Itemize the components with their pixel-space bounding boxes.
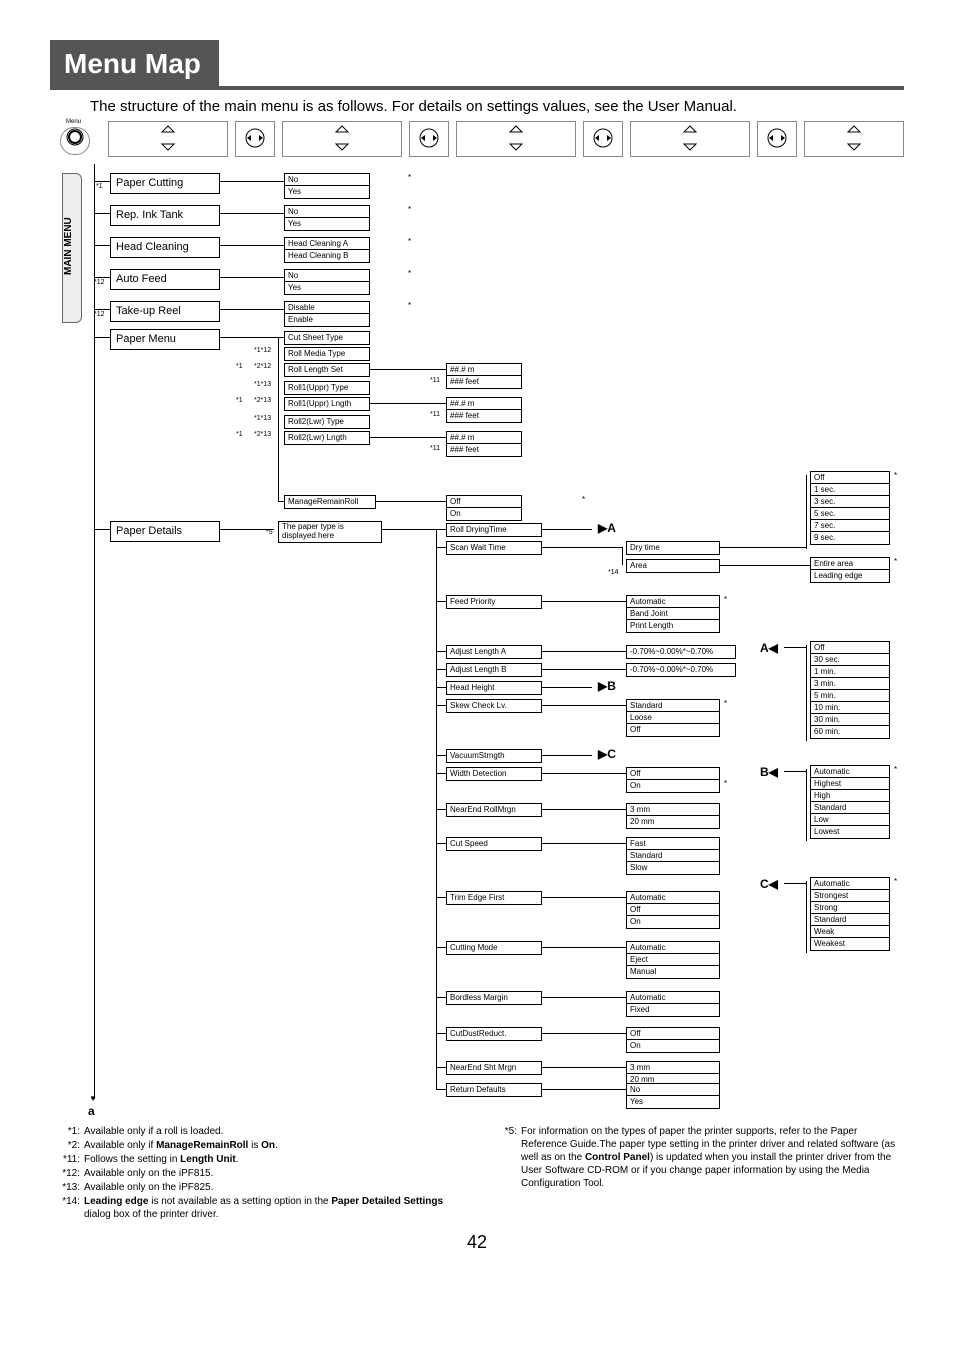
tree-trunk bbox=[94, 164, 95, 1099]
menu-paper-menu: Paper Menu bbox=[110, 329, 220, 350]
opt-trimedge: Trim Edge First bbox=[446, 891, 542, 905]
opt-off: Off bbox=[626, 723, 720, 737]
nav-updown-icon-4 bbox=[630, 121, 750, 157]
opt-roll1type: Roll1(Uppr) Type bbox=[284, 381, 370, 395]
opt-roll2len: Roll2(Lwr) Lngth bbox=[284, 431, 370, 445]
opt-on: On bbox=[626, 915, 720, 929]
opt-adjlenb: Adjust Length B bbox=[446, 663, 542, 677]
title-bar: Menu Map bbox=[50, 40, 904, 90]
opt-printlen: Print Length bbox=[626, 619, 720, 633]
header-row bbox=[50, 119, 910, 159]
opt-drytime: Dry time bbox=[626, 541, 720, 555]
opt-head-b: Head Cleaning B bbox=[284, 249, 370, 263]
opt-adjlena: Adjust Length A bbox=[446, 645, 542, 659]
opt-cutsheet: Cut Sheet Type bbox=[284, 331, 370, 345]
group-A: A◀ bbox=[760, 641, 778, 655]
opt-nearendroll: NearEnd RollMrgn bbox=[446, 803, 542, 817]
nav-updown-icon-5 bbox=[804, 121, 904, 157]
opt-roll1len: Roll1(Uppr) Lngth bbox=[284, 397, 370, 411]
page-number: 42 bbox=[50, 1232, 904, 1253]
nav-updown-icon-2 bbox=[282, 121, 402, 157]
opt-enable: Enable bbox=[284, 313, 370, 327]
opt-yes: Yes bbox=[626, 1095, 720, 1109]
intro-text: The structure of the main menu is as fol… bbox=[90, 98, 904, 115]
opt-widthdet: Width Detection bbox=[446, 767, 542, 781]
opt-rollmedia: Roll Media Type bbox=[284, 347, 370, 361]
opt-20mm: 20 mm bbox=[626, 815, 720, 829]
opt-on: On bbox=[626, 1039, 720, 1053]
opt-yes: Yes bbox=[284, 217, 370, 231]
opt-manageremain: ManageRemainRoll bbox=[284, 495, 376, 509]
menu-takeup-reel: Take-up Reel bbox=[110, 301, 220, 322]
opt-rolldrying: Roll DryingTime bbox=[446, 523, 542, 537]
val-ft: ### feet bbox=[446, 409, 522, 423]
opt-scanwait: Scan Wait Time bbox=[446, 541, 542, 555]
group-B: B◀ bbox=[760, 765, 778, 779]
footnotes: *1:Available only if a roll is loaded.*2… bbox=[50, 1125, 904, 1222]
opt-bordless: Bordless Margin bbox=[446, 991, 542, 1005]
nav-leftright-icon-2 bbox=[409, 121, 449, 157]
ref-B: ▶B bbox=[598, 679, 616, 693]
opt-headheight: Head Height bbox=[446, 681, 542, 695]
paper-type-note: The paper type is displayed here bbox=[278, 521, 382, 543]
opt-returndef: Return Defaults bbox=[446, 1083, 542, 1097]
menu-paper-cutting: Paper Cutting bbox=[110, 173, 220, 194]
menu-rep-ink-tank: Rep. Ink Tank bbox=[110, 205, 220, 226]
menu-paper-details: Paper Details bbox=[110, 521, 220, 542]
ref-C: ▶C bbox=[598, 747, 616, 761]
nav-leftright-icon-3 bbox=[583, 121, 623, 157]
opt-cutdust: CutDustReduct. bbox=[446, 1027, 542, 1041]
opt-cuttingmode: Cutting Mode bbox=[446, 941, 542, 955]
opt-cutspeed: Cut Speed bbox=[446, 837, 542, 851]
nav-leftright-icon bbox=[235, 121, 275, 157]
opt-area: Area bbox=[626, 559, 720, 573]
opt-slow: Slow bbox=[626, 861, 720, 875]
continuation-label: a bbox=[88, 1104, 95, 1118]
opt-on: On bbox=[626, 779, 720, 793]
val-ft: ### feet bbox=[446, 443, 522, 457]
menu-diagram: Menu MAIN MENU bbox=[50, 119, 910, 1119]
ref-A: ▶A bbox=[598, 521, 616, 535]
nav-updown-icon-3 bbox=[456, 121, 576, 157]
page-title: Menu Map bbox=[50, 40, 219, 86]
opt-skew: Skew Check Lv. bbox=[446, 699, 542, 713]
continuation-arrow: ▼ bbox=[89, 1094, 97, 1103]
opt-rolllenset: Roll Length Set bbox=[284, 363, 370, 377]
opt-on: On bbox=[446, 507, 522, 521]
opt-fixed: Fixed bbox=[626, 1003, 720, 1017]
menu-button-icon bbox=[60, 127, 90, 155]
nav-leftright-icon-4 bbox=[757, 121, 797, 157]
opt-range: -0.70%~0.00%*~0.70% bbox=[626, 645, 736, 659]
opt-vacuum: VacuumStrngth bbox=[446, 749, 542, 763]
group-C: C◀ bbox=[760, 877, 778, 891]
main-menu-tab: MAIN MENU bbox=[62, 173, 82, 323]
opt-roll2type: Roll2(Lwr) Type bbox=[284, 415, 370, 429]
opt-nearendsht: NearEnd Sht Mrgn bbox=[446, 1061, 542, 1075]
nav-updown-icon bbox=[108, 121, 228, 157]
menu-auto-feed: Auto Feed bbox=[110, 269, 220, 290]
opt-feedpriority: Feed Priority bbox=[446, 595, 542, 609]
opt-range: -0.70%~0.00%*~0.70% bbox=[626, 663, 736, 677]
opt-yes: Yes bbox=[284, 281, 370, 295]
menu-head-cleaning: Head Cleaning bbox=[110, 237, 220, 258]
opt-yes: Yes bbox=[284, 185, 370, 199]
val-ft: ### feet bbox=[446, 375, 522, 389]
opt-manual: Manual bbox=[626, 965, 720, 979]
